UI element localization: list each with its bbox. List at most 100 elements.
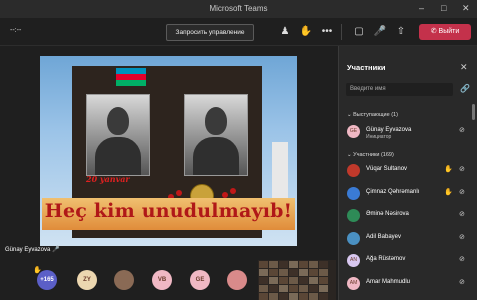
video-thumbnail — [299, 269, 308, 276]
video-thumbnail — [269, 277, 278, 284]
participant-name: Ağa Rüstəmov — [366, 256, 406, 262]
panel-title: Участники — [347, 63, 386, 72]
video-thumbnail — [269, 293, 278, 300]
video-thumbnail — [289, 261, 298, 268]
participant-name: Adil Babayev — [366, 233, 402, 240]
search-input[interactable]: Введите имя — [346, 83, 453, 96]
close-panel-icon[interactable]: ✕ — [460, 62, 468, 73]
date-caption: 20 yanvar — [86, 174, 130, 184]
avatar — [347, 209, 360, 222]
chevron-down-icon: ⌄ — [347, 152, 352, 158]
video-thumbnail — [309, 293, 318, 300]
window-title: Microsoft Teams — [209, 4, 268, 13]
participant-name: Vüqar Sultanov — [366, 166, 408, 172]
participant-name: Günay Eyvazova — [366, 127, 412, 133]
video-thumbnail — [319, 285, 328, 292]
avatar[interactable] — [114, 270, 134, 290]
participant-name: Əminə Nəsirova — [366, 211, 409, 217]
avatar: GE — [347, 125, 360, 138]
participants-section-header[interactable]: ⌄ Участники (169) — [347, 152, 394, 158]
raised-hand-icon: ✋ — [444, 166, 453, 173]
memorial-banner: Heç kim unudulmayıb! — [42, 198, 295, 230]
portrait-photo-right — [184, 94, 248, 176]
video-thumbnail — [259, 293, 268, 300]
video-thumbnail — [299, 277, 308, 284]
avatar — [347, 164, 360, 177]
video-thumbnail — [299, 293, 308, 300]
portrait-photo-left — [86, 94, 150, 176]
mic-icon: 🎤 — [52, 247, 60, 253]
mic-off-icon[interactable]: ⊘ — [459, 278, 465, 286]
meeting-timer: --:-- — [10, 27, 22, 34]
video-thumbnail — [279, 293, 288, 300]
banner-text: Heç kim unudulmayıb! — [44, 200, 293, 222]
scrollbar[interactable] — [472, 104, 475, 120]
participant-row[interactable]: AN Ağa Rüstəmov ⊘ — [347, 253, 471, 271]
leave-label: Выйти — [438, 28, 460, 35]
participant-name: Çimnaz Qəhrəmanlı — [366, 188, 420, 195]
participant-row[interactable]: Adil Babayev ⊘ — [347, 231, 471, 249]
mic-off-icon[interactable]: ⊘ — [459, 188, 465, 196]
close-icon[interactable]: ✕ — [462, 3, 470, 14]
mic-off-icon[interactable]: ⊘ — [459, 210, 465, 218]
meeting-stage: 20 yanvar Heç kim unudulmayıb! Günay Eyv… — [0, 46, 338, 300]
video-thumbnail — [269, 285, 278, 292]
video-thumbnail — [279, 261, 288, 268]
leave-button[interactable]: ✆ Выйти — [419, 24, 471, 40]
raise-hand-icon[interactable]: ✋ — [299, 25, 313, 39]
video-thumbnail — [269, 261, 278, 268]
video-thumbnail — [319, 261, 328, 268]
video-thumbnail — [309, 269, 318, 276]
participant-name: Amar Mahmudlu — [366, 278, 411, 285]
video-thumbnail — [279, 277, 288, 284]
tower-image — [272, 142, 288, 202]
maximize-icon[interactable]: □ — [441, 3, 446, 13]
video-thumbnail — [309, 261, 318, 268]
video-thumbnail — [289, 285, 298, 292]
video-thumbnail — [279, 285, 288, 292]
participant-row[interactable]: Çimnaz Qəhrəmanlı ✋ ⊘ — [347, 186, 471, 204]
participant-row[interactable]: Vüqar Sultanov ✋ ⊘ — [347, 163, 471, 181]
video-thumbnail — [299, 285, 308, 292]
avatar[interactable]: GE — [190, 270, 210, 290]
chevron-down-icon: ⌄ — [347, 112, 352, 118]
azerbaijan-flag — [116, 68, 146, 86]
video-thumbnail — [309, 277, 318, 284]
mic-off-icon[interactable]: 🎤 — [373, 25, 387, 39]
minimize-icon[interactable]: – — [419, 3, 424, 13]
avatar[interactable]: VB — [152, 270, 172, 290]
participant-row[interactable]: GE Günay Eyvazova Инициатор ⊘ — [347, 124, 471, 142]
video-thumbnail — [299, 261, 308, 268]
mic-off-icon[interactable]: ⊘ — [459, 165, 465, 173]
participant-row[interactable]: AM Amar Mahmudlu ⊘ — [347, 276, 471, 294]
video-thumbnail — [259, 285, 268, 292]
avatar[interactable]: ZY — [77, 270, 97, 290]
video-thumbnail — [259, 269, 268, 276]
participant-role: Инициатор — [366, 134, 392, 140]
shared-video: 20 yanvar Heç kim unudulmayıb! — [40, 56, 297, 246]
mic-off-icon[interactable]: ⊘ — [459, 255, 465, 263]
participant-row[interactable]: Əminə Nəsirova ⊘ — [347, 208, 471, 226]
video-thumbnail — [319, 277, 328, 284]
avatar: AM — [347, 276, 360, 290]
participant-count-avatar[interactable]: +165 — [37, 270, 57, 290]
avatar: AN — [347, 254, 360, 267]
video-thumbnail — [289, 269, 298, 276]
more-options-icon[interactable]: ••• — [320, 25, 334, 39]
share-link-icon[interactable]: 🔗 — [460, 84, 470, 93]
video-thumbnail-grid[interactable] — [258, 260, 336, 300]
camera-icon[interactable]: ▢ — [352, 25, 366, 39]
video-thumbnail — [259, 277, 268, 284]
presenters-section-header[interactable]: ⌄ Выступающие (1) — [347, 112, 398, 118]
video-thumbnail — [319, 293, 328, 300]
avatar — [347, 231, 360, 245]
participants-icon[interactable]: ♟ — [278, 25, 292, 39]
request-control-button[interactable]: Запросить управление — [166, 24, 254, 41]
video-thumbnail — [319, 269, 328, 276]
mic-off-icon[interactable]: ⊘ — [459, 233, 465, 241]
speaker-name-label: Günay Eyvazova 🎤 — [5, 247, 60, 253]
avatar[interactable] — [227, 270, 247, 290]
mic-off-icon[interactable]: ⊘ — [459, 126, 465, 134]
video-thumbnail — [269, 269, 278, 276]
share-screen-icon[interactable]: ⇧ — [394, 25, 408, 39]
